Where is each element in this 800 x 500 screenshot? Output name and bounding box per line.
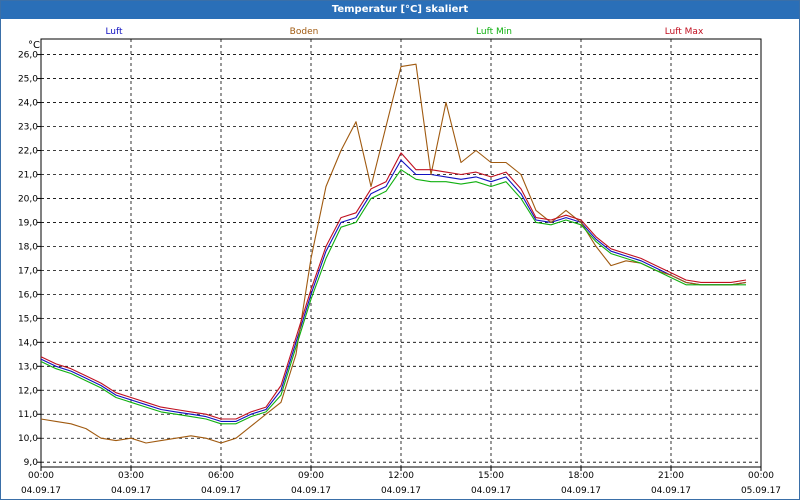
x-tick-time: 06:00 [208,471,234,481]
x-tick-time: 03:00 [118,471,144,481]
y-tick-label: 17,0 [18,266,38,276]
x-tick-time: 12:00 [388,471,414,481]
y-tick-label: 9,0 [24,458,39,468]
y-tick-label: 16,0 [18,290,38,300]
x-tick-time: 18:00 [568,471,594,481]
y-tick-label: 18,0 [18,242,38,252]
y-tick-label: 20,0 [18,194,38,204]
y-tick-label: 25,0 [18,75,38,85]
x-tick-time: 00:00 [28,471,54,481]
y-tick-label: 10,0 [18,434,38,444]
x-tick-date: 04.09.17 [201,486,241,496]
y-tick-label: 12,0 [18,386,38,396]
x-tick-date: 04.09.17 [381,486,421,496]
legend-luft-min: Luft Min [476,27,512,37]
y-tick-label: 13,0 [18,362,38,372]
x-tick-date: 04.09.17 [21,486,61,496]
x-tick-time: 21:00 [658,471,684,481]
y-tick-label: 22,0 [18,146,38,156]
x-tick-date: 05.09.17 [741,486,781,496]
x-tick-date: 04.09.17 [291,486,331,496]
y-tick-label: 26,0 [18,51,38,61]
x-tick-date: 04.09.17 [471,486,511,496]
y-tick-label: 15,0 [18,314,38,324]
y-tick-label: 24,0 [18,99,38,109]
y-tick-label: 23,0 [18,123,38,133]
x-tick-date: 04.09.17 [561,486,601,496]
x-tick-time: 09:00 [298,471,324,481]
temperature-chart: Luft Boden Luft Min Luft Max 26,0 25,0 24,0 23… [18,27,781,496]
x-tick-time: 15:00 [478,471,504,481]
y-tick-label: 11,0 [18,410,38,420]
x-tick-date: 04.09.17 [651,486,691,496]
chart-title: Temperatur [°C] skaliert [1,1,799,19]
legend-boden: Boden [290,27,319,37]
legend-luft: Luft [105,27,123,37]
y-tick-label: 21,0 [18,170,38,180]
y-tick-label: 14,0 [18,338,38,348]
y-axis-unit: °C [28,40,40,51]
x-tick-date: 04.09.17 [111,486,151,496]
x-tick-time: 00:00 [748,471,774,481]
legend-luft-max: Luft Max [665,27,704,37]
chart-window: Temperatur [°C] skaliert Luft Boden Luft M… [0,0,800,500]
y-tick-label: 19,0 [18,218,38,228]
